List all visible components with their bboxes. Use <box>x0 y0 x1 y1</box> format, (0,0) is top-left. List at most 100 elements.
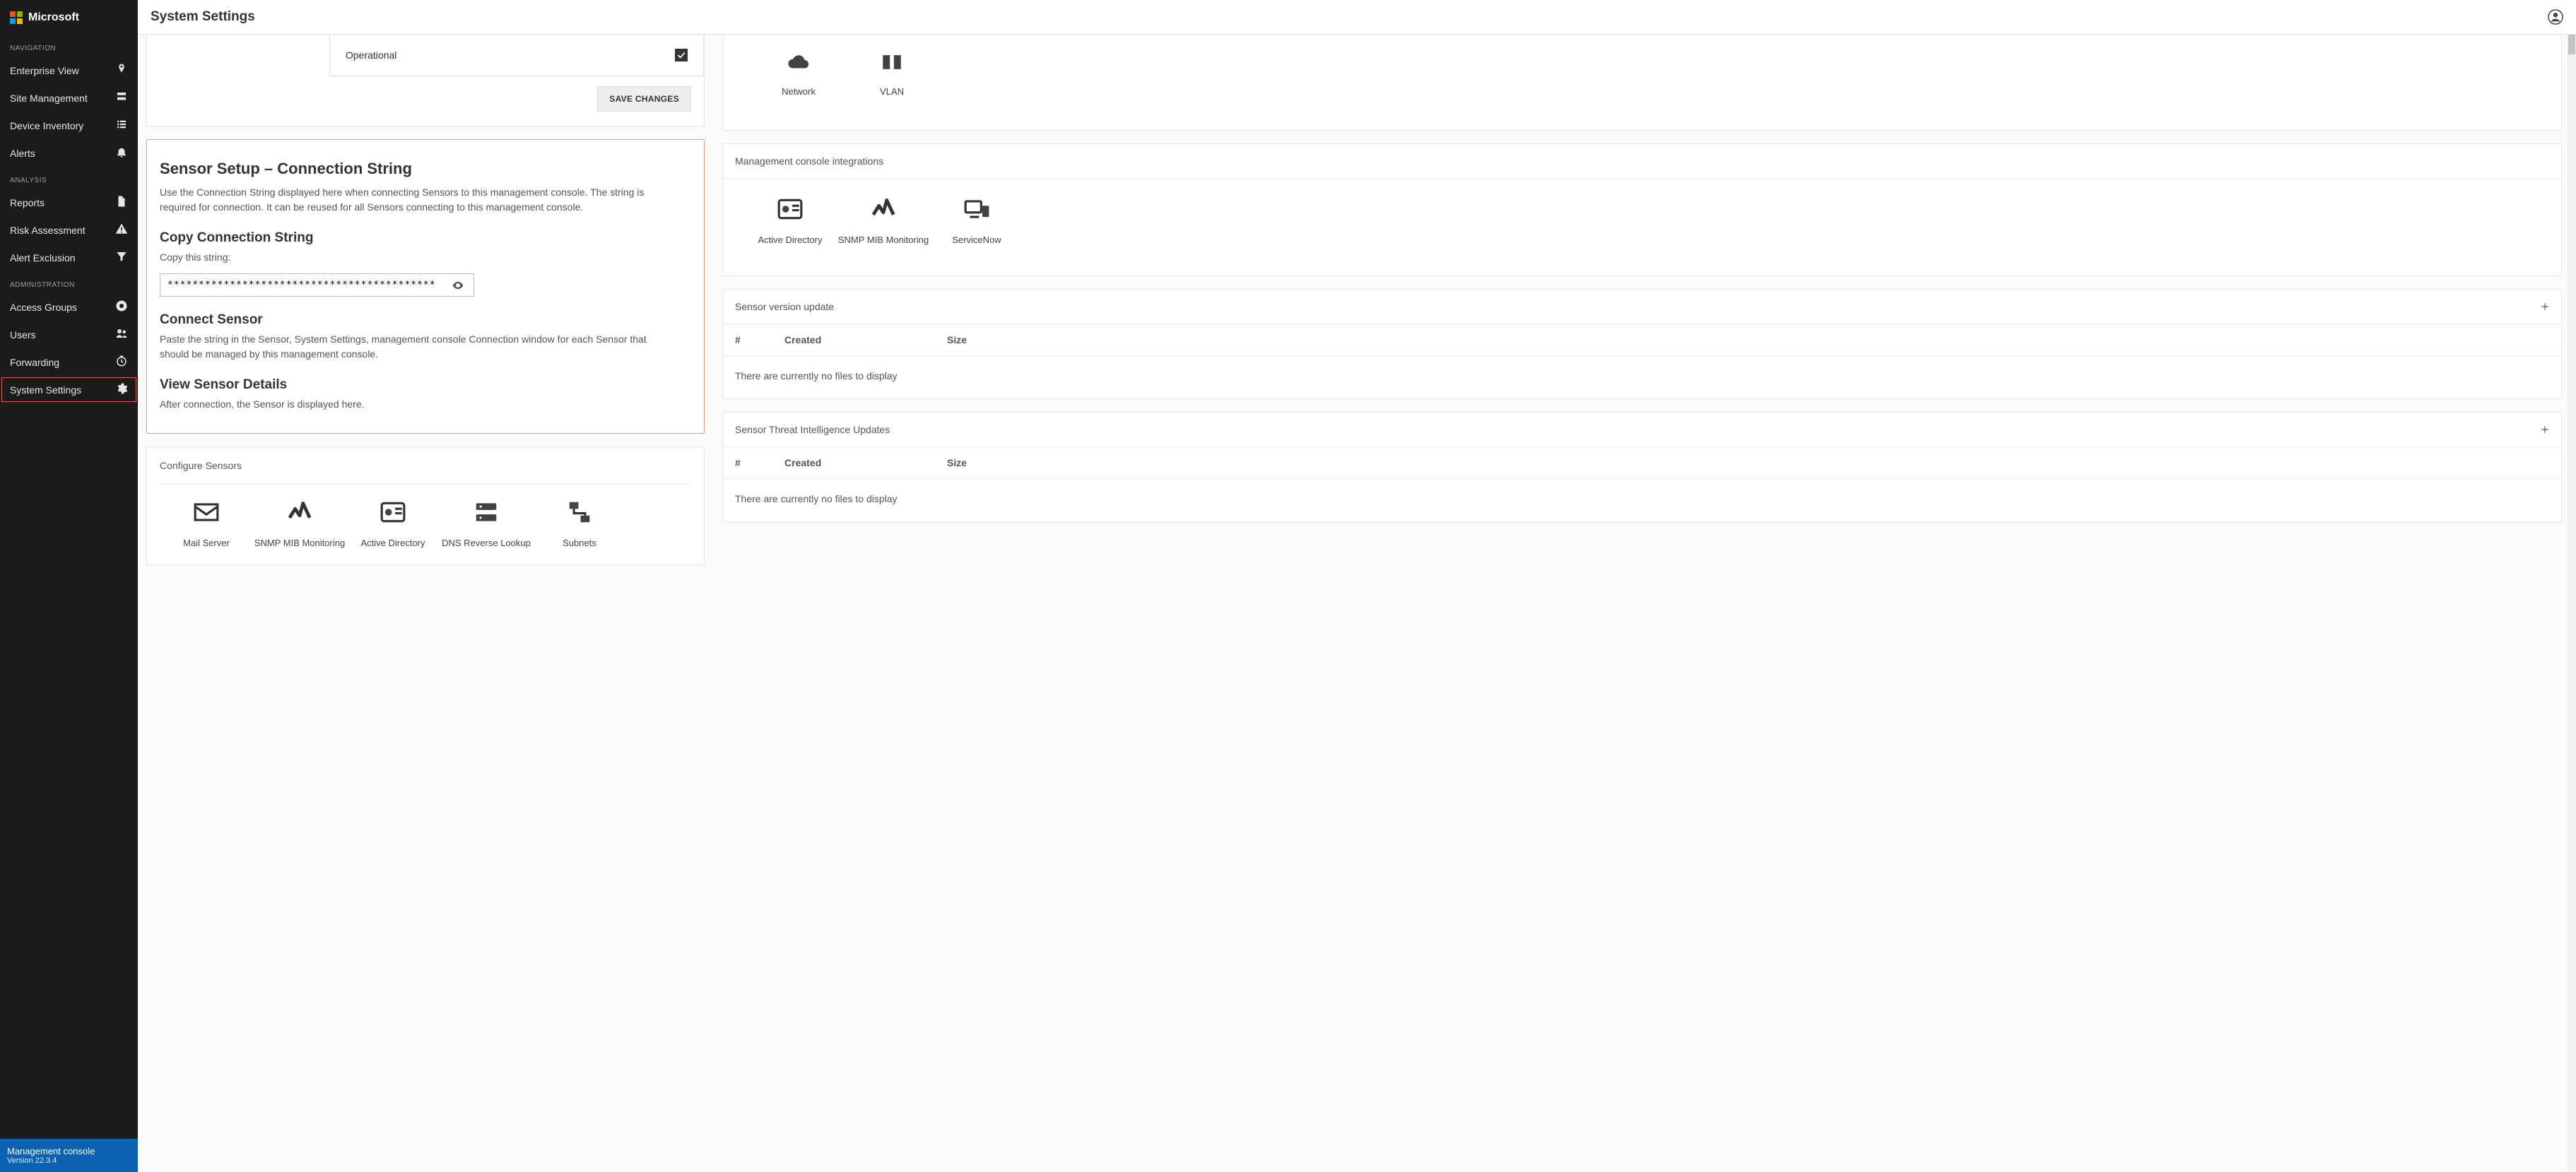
version-update-card: Sensor version update # Created Size The… <box>723 289 2562 399</box>
bell-icon <box>115 146 128 160</box>
sidebar-item-alerts[interactable]: Alerts <box>0 139 138 167</box>
sidebar-item-label: Alerts <box>10 148 35 159</box>
sidebar-item-device-inventory[interactable]: Device Inventory <box>0 112 138 139</box>
scrollbar-thumb[interactable] <box>2568 35 2575 54</box>
connection-string-row <box>160 273 474 297</box>
vlan-icon <box>876 50 907 76</box>
sidebar-item-users[interactable]: Users <box>0 321 138 348</box>
col-created: Created <box>784 457 947 468</box>
tile-active-directory[interactable]: Active Directory <box>743 196 837 259</box>
sensor-setup-card: Sensor Setup – Connection String Use the… <box>146 139 705 434</box>
warning-icon <box>115 223 128 237</box>
server-icon <box>115 90 128 105</box>
tile-active-directory[interactable]: Active Directory <box>346 499 440 562</box>
copy-connection-label: Copy this string: <box>160 250 669 265</box>
activity-icon <box>869 196 898 225</box>
threat-empty: There are currently no files to display <box>724 479 2561 521</box>
microsoft-logo-icon <box>10 11 23 24</box>
add-version-icon[interactable] <box>2540 302 2550 312</box>
activity-icon <box>286 499 314 528</box>
sensor-setup-desc: Use the Connection String displayed here… <box>160 185 669 215</box>
sidebar-item-label: Risk Assessment <box>10 225 86 236</box>
footer-title: Management console <box>7 1146 131 1156</box>
tile-network[interactable]: Network <box>752 50 845 110</box>
sidebar: Microsoft NAVIGATIONEnterprise ViewSite … <box>0 0 138 1172</box>
scrollbar[interactable] <box>2568 35 2576 1172</box>
copy-connection-title: Copy Connection String <box>160 230 691 246</box>
sidebar-footer: Management console Version 22.3.4 <box>0 1139 138 1172</box>
sidebar-item-system-settings[interactable]: System Settings <box>0 376 138 403</box>
version-empty: There are currently no files to display <box>724 356 2561 398</box>
operational-card: Operational SAVE CHANGES <box>146 35 705 126</box>
integrations-title: Management console integrations <box>735 155 883 167</box>
connect-sensor-title: Connect Sensor <box>160 312 691 328</box>
devices-icon <box>963 196 991 225</box>
configure-sensors-title: Configure Sensors <box>160 460 691 485</box>
tile-mail-server[interactable]: Mail Server <box>160 499 253 562</box>
col-num: # <box>735 457 784 468</box>
badge-icon <box>379 499 407 528</box>
operational-label: Operational <box>346 49 396 61</box>
save-changes-button[interactable]: SAVE CHANGES <box>597 86 691 112</box>
integrations-card: Management console integrations Active D… <box>723 143 2562 276</box>
file-icon <box>115 195 128 210</box>
tile-label: VLAN <box>880 86 904 110</box>
col-size: Size <box>947 457 2550 468</box>
subnets-icon <box>565 499 594 528</box>
tile-snmp-mib-monitoring[interactable]: SNMP MIB Monitoring <box>253 499 346 562</box>
sidebar-item-label: Device Inventory <box>10 120 83 131</box>
sidebar-item-label: Alert Exclusion <box>10 252 76 264</box>
tile-label: Subnets <box>563 538 596 562</box>
tile-servicenow[interactable]: ServiceNow <box>930 196 1023 259</box>
eye-icon <box>452 279 464 292</box>
tile-label: Active Directory <box>758 235 822 259</box>
gear-icon <box>115 382 128 397</box>
threat-update-card: Sensor Threat Intelligence Updates # Cre… <box>723 412 2562 522</box>
brand: Microsoft <box>0 0 138 35</box>
footer-version: Version 22.3.4 <box>7 1156 131 1165</box>
sidebar-item-enterprise-view[interactable]: Enterprise View <box>0 57 138 84</box>
tile-dns-reverse-lookup[interactable]: DNS Reverse Lookup <box>440 499 533 562</box>
network-card: Network VLAN <box>723 35 2562 131</box>
filter-icon <box>115 250 128 265</box>
dns-icon <box>472 499 500 528</box>
col-created: Created <box>784 334 947 345</box>
people-icon <box>115 327 128 342</box>
pin-icon <box>115 63 128 78</box>
tile-vlan[interactable]: VLAN <box>845 50 939 110</box>
sidebar-item-alert-exclusion[interactable]: Alert Exclusion <box>0 244 138 271</box>
mail-icon <box>192 499 220 528</box>
tile-subnets[interactable]: Subnets <box>533 499 626 562</box>
tile-label: DNS Reverse Lookup <box>442 538 531 562</box>
col-num: # <box>735 334 784 345</box>
cloud-icon <box>783 50 814 76</box>
sidebar-item-risk-assessment[interactable]: Risk Assessment <box>0 216 138 244</box>
tile-label: Network <box>782 86 816 110</box>
sidebar-item-label: Forwarding <box>10 357 59 368</box>
sensor-setup-title: Sensor Setup – Connection String <box>160 160 691 178</box>
sidebar-item-site-management[interactable]: Site Management <box>0 84 138 112</box>
add-threat-icon[interactable] <box>2540 425 2550 434</box>
sidebar-item-access-groups[interactable]: Access Groups <box>0 293 138 321</box>
sidebar-item-label: Users <box>10 329 36 341</box>
list-icon <box>115 118 128 133</box>
operational-checkbox[interactable] <box>675 49 688 61</box>
connection-string-input[interactable] <box>160 274 442 296</box>
tile-snmp-mib-monitoring[interactable]: SNMP MIB Monitoring <box>837 196 930 259</box>
sidebar-item-label: Access Groups <box>10 302 77 313</box>
reveal-button[interactable] <box>442 279 474 292</box>
view-details-title: View Sensor Details <box>160 377 691 393</box>
sidebar-item-forwarding[interactable]: Forwarding <box>0 348 138 376</box>
connect-sensor-desc: Paste the string in the Sensor, System S… <box>160 332 669 362</box>
tile-label: SNMP MIB Monitoring <box>838 235 929 259</box>
col-size: Size <box>947 334 2550 345</box>
view-details-desc: After connection, the Sensor is displaye… <box>160 397 669 412</box>
nav-section-label: NAVIGATION <box>0 35 138 57</box>
clock-icon <box>115 355 128 369</box>
account-icon[interactable] <box>2548 9 2563 25</box>
page-title: System Settings <box>151 9 255 25</box>
check-icon <box>676 50 686 60</box>
sidebar-item-reports[interactable]: Reports <box>0 189 138 216</box>
tile-label: SNMP MIB Monitoring <box>254 538 345 562</box>
tile-label: Mail Server <box>183 538 230 562</box>
